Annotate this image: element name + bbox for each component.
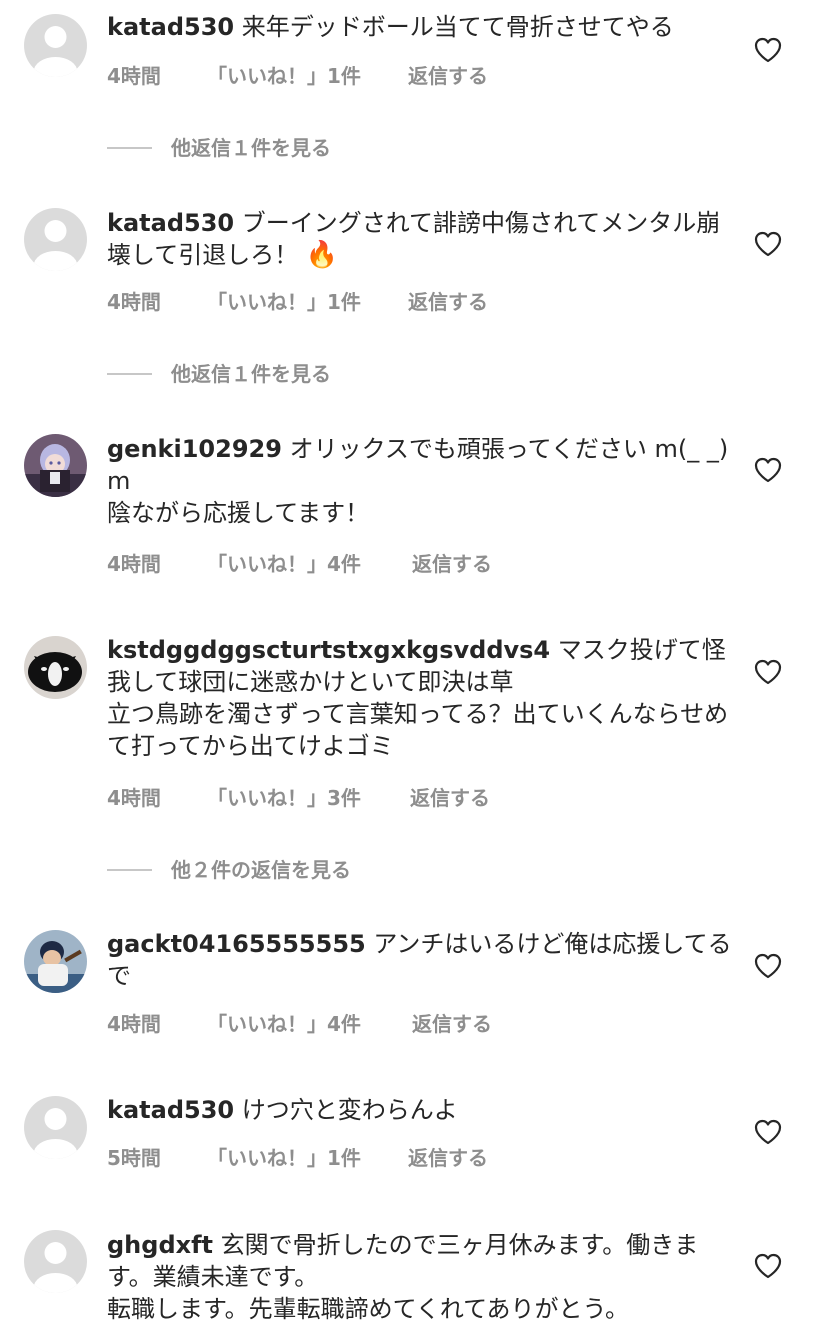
comment-text: 来年デッドボール当てて骨折させてやる — [234, 13, 674, 41]
comment-body: gackt04165555555 アンチはいるけど俺は応援してるで — [107, 928, 732, 992]
reply-button[interactable]: 返信する — [410, 784, 490, 812]
comment-username[interactable]: kstdggdggscturtstxgxkgsvddvs4 — [107, 636, 550, 664]
avatar[interactable] — [24, 1096, 87, 1159]
heart-icon[interactable] — [754, 1119, 782, 1145]
heart-icon[interactable] — [754, 953, 782, 979]
comment-likes[interactable]: 「いいね！」1件 — [207, 288, 361, 316]
heart-icon[interactable] — [754, 231, 782, 257]
reply-button[interactable]: 返信する — [412, 550, 492, 578]
cat-avatar-icon — [24, 636, 87, 699]
comment-body: kstdggdggscturtstxgxkgsvddvs4 マスク投げて怪我して… — [107, 634, 732, 762]
comment-body: katad530 ブーイングされて誹謗中傷されてメンタル崩壊して引退しろ！ 🔥 — [107, 207, 732, 271]
comment-time: 4時間 — [107, 552, 161, 576]
default-avatar-icon — [24, 1230, 87, 1293]
reply-button[interactable]: 返信する — [408, 62, 488, 90]
reply-button[interactable]: 返信する — [408, 1144, 488, 1172]
comment-body: genki102929 オリックスでも頑張ってください m(_ _)m 陰ながら… — [107, 433, 732, 529]
view-replies-label: 他２件の返信を見る — [171, 858, 351, 882]
comment-username[interactable]: gackt04165555555 — [107, 930, 366, 958]
comment-username[interactable]: katad530 — [107, 1096, 234, 1124]
comment-likes[interactable]: 「いいね！」1件 — [207, 1144, 361, 1172]
default-avatar-icon — [24, 208, 87, 271]
view-replies-label: 他返信１件を見る — [171, 362, 331, 386]
avatar[interactable] — [24, 930, 87, 993]
comment-time: 4時間 — [107, 64, 161, 88]
fire-emoji: 🔥 — [305, 240, 339, 270]
comment-time: 5時間 — [107, 1146, 161, 1170]
comment-body: katad530 けつ穴と変わらんよ — [107, 1094, 732, 1126]
comment-likes[interactable]: 「いいね！」4件 — [207, 550, 361, 578]
comment-time: 4時間 — [107, 1012, 161, 1036]
comment-body: ghgdxft 玄関で骨折したので三ヶ月休みます。働きます。業績未達です。 転職… — [107, 1229, 732, 1323]
comment-likes[interactable]: 「いいね！」1件 — [207, 62, 361, 90]
divider-line — [107, 373, 152, 375]
comment-text: けつ穴と変わらんよ — [234, 1096, 458, 1124]
anime-character-avatar-icon — [24, 434, 87, 497]
heart-icon[interactable] — [754, 457, 782, 483]
comment-time: 4時間 — [107, 786, 161, 810]
default-avatar-icon — [24, 14, 87, 77]
avatar[interactable] — [24, 1230, 87, 1293]
default-avatar-icon — [24, 1096, 87, 1159]
avatar[interactable] — [24, 434, 87, 497]
reply-button[interactable]: 返信する — [408, 288, 488, 316]
heart-icon[interactable] — [754, 659, 782, 685]
divider-line — [107, 869, 152, 871]
comment-likes[interactable]: 「いいね！」4件 — [207, 1010, 361, 1038]
comment-likes[interactable]: 「いいね！」3件 — [207, 784, 361, 812]
comment-time: 4時間 — [107, 290, 161, 314]
heart-icon[interactable] — [754, 37, 782, 63]
comment-username[interactable]: katad530 — [107, 209, 234, 237]
heart-icon[interactable] — [754, 1253, 782, 1279]
view-replies-label: 他返信１件を見る — [171, 136, 331, 160]
comment-body: katad530 来年デッドボール当てて骨折させてやる — [107, 11, 732, 43]
baseball-player-avatar-icon — [24, 930, 87, 993]
avatar[interactable] — [24, 636, 87, 699]
avatar[interactable] — [24, 208, 87, 271]
comment-username[interactable]: genki102929 — [107, 435, 282, 463]
reply-button[interactable]: 返信する — [412, 1010, 492, 1038]
divider-line — [107, 147, 152, 149]
avatar[interactable] — [24, 14, 87, 77]
comment-username[interactable]: katad530 — [107, 13, 234, 41]
comment-username[interactable]: ghgdxft — [107, 1231, 213, 1259]
